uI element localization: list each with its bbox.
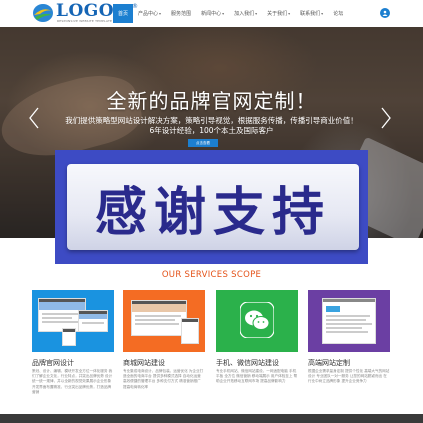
user-icon <box>382 10 388 16</box>
service-card-mobile-site[interactable]: 手机、微信网站建设 专业手机网站、微信网站建设，一网适配电脑 手机 平板 全方位… <box>216 290 298 383</box>
service-card-shop-site[interactable]: 商城网站建设 专业集成电商设计，品牌包装，运营优化 为企业打造全面的电商平台 提… <box>123 290 205 389</box>
main-nav: 首页 产品中心 ▾ 服务范围 新闻中心 ▾ 加入我们 ▾ 关于我们 ▾ 联系我们 ▾ 论坛 <box>113 4 348 23</box>
chevron-down-icon: ▾ <box>255 11 258 16</box>
monitor-mockup <box>322 298 376 344</box>
nav-item-label: 联系我们 <box>300 11 321 17</box>
logo-subtitle: RESPONSIVE WEBSITE TEMPLATE <box>57 19 113 23</box>
thanks-banner-card: 感谢支持 <box>67 164 359 250</box>
hero-description-line2: 6年设计经验，100个本土及国际客户 <box>149 126 274 135</box>
nav-item-label: 新闻中心 <box>201 11 222 17</box>
service-card-description: 专业手机网站、微信网站建设，一网适配电脑 手机 平板 全方位 微信营销 移动端展… <box>216 369 298 384</box>
service-card-description: 根据企业需求量身定制 提供个性化 高端大气的网站设计 专业团队一对一服务 让您的… <box>308 369 390 384</box>
service-card-title: 品牌官网设计 <box>32 359 74 367</box>
logo-text: LOGO <box>56 1 115 21</box>
thanks-banner: 感谢支持 <box>55 150 368 264</box>
service-card-title: 手机、微信网站建设 <box>216 359 279 367</box>
nav-item-label: 产品中心 <box>138 11 159 17</box>
nav-item-0[interactable]: 首页 <box>113 4 134 23</box>
nav-item-label: 论坛 <box>333 11 344 17</box>
tablet-mockup <box>181 318 199 344</box>
nav-item-label: 首页 <box>118 11 129 17</box>
nav-item-1[interactable]: 产品中心 ▾ <box>133 4 166 23</box>
chevron-left-icon[interactable] <box>28 107 40 129</box>
nav-item-label: 关于我们 <box>267 11 288 17</box>
service-card-title: 商城网站建设 <box>123 359 165 367</box>
chevron-down-icon: ▾ <box>159 11 162 16</box>
service-card-title: 高端网站定制 <box>308 359 350 367</box>
nav-item-4[interactable]: 加入我们 ▾ <box>229 4 262 23</box>
hero-title: 全新的品牌官网定制！ <box>106 89 317 113</box>
nav-item-3[interactable]: 新闻中心 ▾ <box>196 4 229 23</box>
service-card-image <box>32 290 114 352</box>
chevron-down-icon: ▾ <box>288 11 291 16</box>
user-button[interactable] <box>380 8 390 18</box>
logo-mark-icon <box>33 4 53 22</box>
service-card-description: 策划、设计、编辑、模块开发全方位一体化服务 我们了解企业文化，行业特点，并突出品… <box>32 369 113 394</box>
chevron-down-icon: ▾ <box>222 11 225 16</box>
chevron-down-icon: ▾ <box>321 11 324 16</box>
service-card-brand-site[interactable]: 品牌官网设计 策划、设计、编辑、模块开发全方位一体化服务 我们了解企业文化，行业… <box>32 290 114 394</box>
nav-item-label: 加入我们 <box>234 11 255 17</box>
chevron-right-icon[interactable] <box>380 107 392 129</box>
nav-item-6[interactable]: 联系我们 ▾ <box>295 4 328 23</box>
service-card-image <box>216 290 298 352</box>
site-header: LOGO ® RESPONSIVE WEBSITE TEMPLATE 首页 产品中… <box>0 0 423 27</box>
phone-mockup <box>62 328 76 346</box>
nav-item-5[interactable]: 关于我们 ▾ <box>262 4 295 23</box>
nav-item-2[interactable]: 服务范围 <box>166 4 196 23</box>
nav-item-label: 服务范围 <box>171 11 192 17</box>
footer-strip <box>0 414 423 423</box>
monitor-mockup <box>131 300 187 336</box>
service-card-custom-site[interactable]: 高端网站定制 根据企业需求量身定制 提供个性化 高端大气的网站设计 专业团队一对… <box>308 290 390 383</box>
thanks-banner-text: 感谢支持 <box>94 182 331 243</box>
hero-cta-button[interactable]: 点击查看 <box>188 139 218 147</box>
nav-item-7[interactable]: 论坛 <box>328 4 348 23</box>
services-title: OUR SERVICES SCOPE <box>161 270 262 280</box>
service-card-image <box>308 290 390 352</box>
laptop-mockup <box>78 310 108 332</box>
wechat-icon <box>240 302 274 338</box>
service-card-description: 专业集成电商设计，品牌包装，运营优化 为企业打造全面的电商平台 提供多种模式选择… <box>123 369 204 389</box>
service-card-image <box>123 290 205 352</box>
